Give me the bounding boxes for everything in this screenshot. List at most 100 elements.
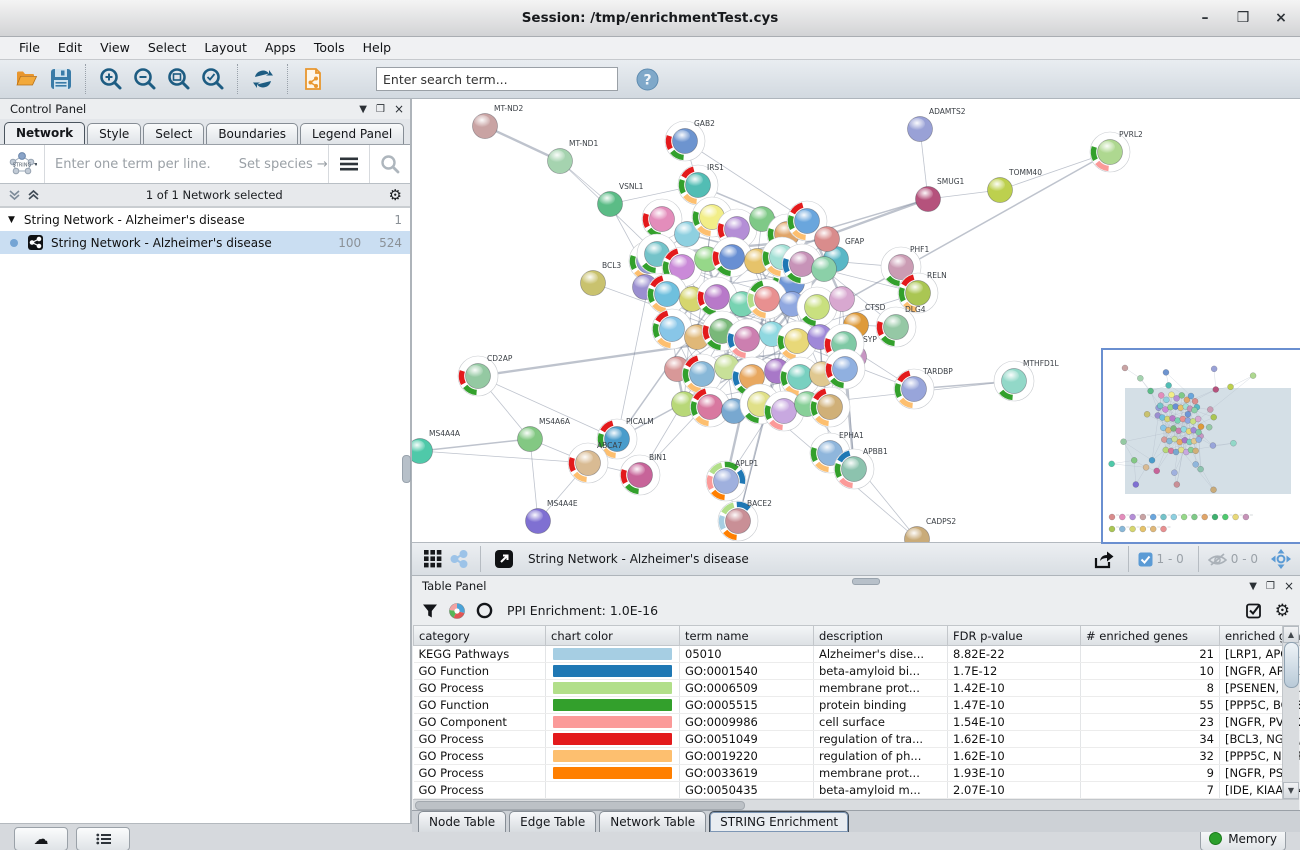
chart-color-cell[interactable] [546,697,680,714]
network-node-vsnl1[interactable]: VSNL1 [598,182,644,217]
scrollbar-thumb[interactable] [1284,642,1299,688]
network-node-ms4a4e[interactable]: MS4A4E [526,499,578,534]
network-node-ms4a4a[interactable]: MS4A4A [412,429,461,464]
table-row[interactable]: KEGG Pathways05010Alzheimer's dise...8.8… [414,646,1300,663]
tab-edge-table[interactable]: Edge Table [509,811,596,832]
table-horizontal-scrollbar[interactable] [413,799,1299,810]
cell--enriched-genes[interactable]: 21 [1081,646,1220,663]
minimize-button[interactable]: – [1186,10,1224,26]
string-app-selector[interactable]: STRING [0,145,45,183]
scrollbar-thumb[interactable] [415,801,745,810]
save-icon[interactable] [44,63,78,95]
network-node-picalm[interactable]: PICALM [597,417,654,459]
cell-description[interactable]: beta-amyloid m... [814,782,948,799]
cell-FDR-p-value[interactable]: 1.54E-10 [948,714,1081,731]
table-row[interactable]: GO ProcessGO:0019220regulation of ph...1… [414,748,1300,765]
cell-category[interactable]: GO Process [414,731,546,748]
network-tree-row[interactable]: ▼String Network - Alzheimer's disease1 [0,208,410,231]
select-columns-icon[interactable] [1246,602,1263,619]
zoom-fit-icon[interactable] [162,63,196,95]
table-row[interactable]: GO ProcessGO:0006509membrane prot...1.42… [414,680,1300,697]
export-network-icon[interactable] [1090,543,1120,575]
tab-style[interactable]: Style [87,123,141,144]
menu-layout[interactable]: Layout [195,38,256,58]
panel-menu-icon[interactable]: ▼ [1249,581,1257,592]
network-tree-row[interactable]: String Network - Alzheimer's disease1005… [0,231,410,254]
menu-select[interactable]: Select [139,38,196,58]
filter-icon[interactable] [422,603,438,619]
refresh-icon[interactable] [246,63,280,95]
network-node-gab2[interactable]: GAB2 [665,119,715,161]
scroll-up-icon[interactable]: ▲ [1283,626,1299,643]
cell-term-name[interactable]: GO:0051049 [680,731,814,748]
cloud-button[interactable]: ☁ [14,827,68,850]
table-row[interactable]: GO ComponentGO:0009986cell surface1.54E-… [414,714,1300,731]
column-header-term-name[interactable]: term name [680,626,814,646]
chart-color-cell[interactable] [546,714,680,731]
chart-color-cell[interactable] [546,765,680,782]
grid-view-icon[interactable] [420,543,446,575]
cell-FDR-p-value[interactable]: 1.62E-10 [948,748,1081,765]
navigator-icon[interactable] [1270,548,1292,570]
cell--enriched-genes[interactable]: 34 [1081,731,1220,748]
tab-string-enrichment[interactable]: STRING Enrichment [709,811,849,832]
zoom-in-icon[interactable] [94,63,128,95]
network-node[interactable] [825,349,865,389]
column-header-chart-color[interactable]: chart color [546,626,680,646]
network-node[interactable] [830,287,855,312]
tree-expand-icon[interactable]: ▼ [8,215,15,225]
birds-eye-view[interactable] [1101,348,1300,544]
cell-FDR-p-value[interactable]: 1.42E-10 [948,680,1081,697]
cell-category[interactable]: GO Process [414,765,546,782]
network-node[interactable] [810,387,850,427]
panel-splitter-handle[interactable] [402,455,411,483]
hidden-eye-icon[interactable] [1208,552,1227,567]
species-hint[interactable]: Set species → [239,157,328,172]
menu-edit[interactable]: Edit [49,38,91,58]
cell--enriched-genes[interactable]: 7 [1081,782,1220,799]
cell-FDR-p-value[interactable]: 1.62E-10 [948,731,1081,748]
cell-FDR-p-value[interactable]: 1.93E-10 [948,765,1081,782]
open-folder-icon[interactable] [10,63,44,95]
network-view-canvas[interactable]: MT-ND2MT-ND1VSNL1GAB2IRS1ADAMTS2SMUG1TOM… [412,99,1300,543]
panel-close-icon[interactable]: × [394,102,404,116]
task-history-button[interactable] [76,827,130,850]
network-node[interactable] [812,257,837,282]
menu-file[interactable]: File [10,38,49,58]
cell-term-name[interactable]: GO:0006509 [680,680,814,697]
close-button[interactable]: × [1262,10,1300,26]
cell-description[interactable]: regulation of ph... [814,748,948,765]
collapse-all-icon[interactable] [8,189,21,201]
chart-color-cell[interactable] [546,731,680,748]
menu-help[interactable]: Help [354,38,401,58]
cell-category[interactable]: KEGG Pathways [414,646,546,663]
cell-description[interactable]: cell surface [814,714,948,731]
network-node-aplp1[interactable]: APLP1 [706,459,758,501]
zoom-selected-icon[interactable] [196,63,230,95]
network-node-bin1[interactable]: BIN1 [620,453,667,495]
cell-term-name[interactable]: GO:0005515 [680,697,814,714]
column-header--enriched-genes[interactable]: # enriched genes [1081,626,1220,646]
menu-view[interactable]: View [91,38,139,58]
maximize-button[interactable]: ❒ [1224,10,1262,26]
panel-float-icon[interactable]: ❒ [376,104,385,115]
network-node-cadps2[interactable]: CADPS2 [905,517,957,542]
menu-tools[interactable]: Tools [305,38,354,58]
chart-color-cell[interactable] [546,663,680,680]
cell--enriched-genes[interactable]: 8 [1081,680,1220,697]
cell--enriched-genes[interactable]: 23 [1081,714,1220,731]
ring-chart-icon[interactable] [476,602,493,619]
network-node-tardbp[interactable]: TARDBP [894,367,953,409]
network-node-apbb1[interactable]: APBB1 [834,447,888,489]
pie-chart-icon[interactable] [448,602,466,620]
network-node-cd2ap[interactable]: CD2AP [458,354,513,396]
cell-term-name[interactable]: GO:0050435 [680,782,814,799]
cell-description[interactable]: membrane prot... [814,680,948,697]
network-node[interactable] [815,227,840,252]
cell-category[interactable]: GO Function [414,663,546,680]
network-node-mthfd1l[interactable]: MTHFD1L [994,359,1060,401]
chart-color-cell[interactable] [546,646,680,663]
network-node-abca7[interactable]: ABCA7 [568,441,623,483]
cell-category[interactable]: GO Process [414,748,546,765]
column-header-category[interactable]: category [414,626,546,646]
